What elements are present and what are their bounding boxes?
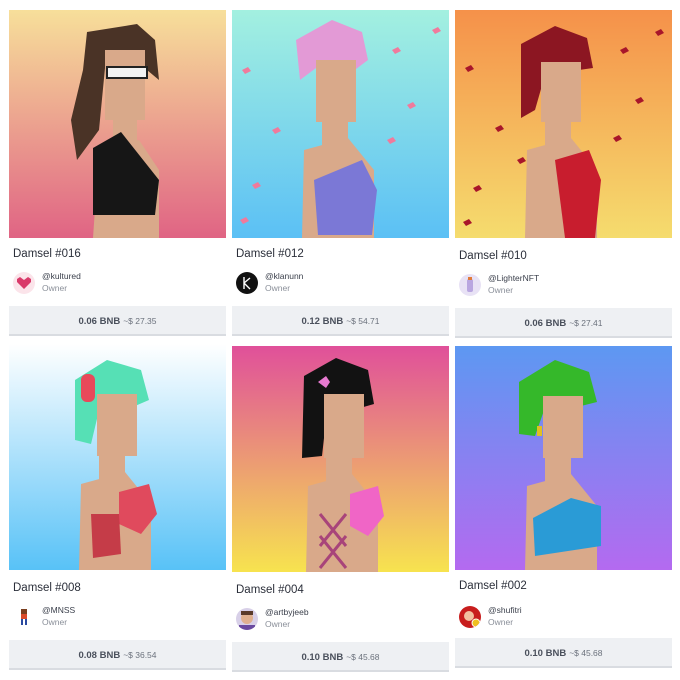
face-icon [464, 611, 474, 621]
nft-artwork[interactable] [232, 10, 449, 238]
face [105, 50, 145, 120]
nft-artwork[interactable] [232, 346, 449, 572]
owner-role: Owner [488, 285, 514, 295]
owner-handle[interactable]: @MNSS [42, 605, 75, 615]
nft-title[interactable]: Damsel #016 [13, 248, 81, 260]
tattoo [91, 514, 121, 558]
price-usd: ~$ 45.68 [569, 648, 603, 658]
k-avatar[interactable] [236, 272, 258, 294]
lighter-icon [467, 279, 473, 292]
owner-row[interactable]: @MNSS Owner [13, 604, 213, 630]
price-usd: ~$ 36.54 [123, 650, 157, 660]
pixel-person-avatar[interactable] [13, 606, 35, 628]
price-usd: ~$ 45.68 [346, 652, 380, 662]
nft-title[interactable]: Damsel #002 [459, 580, 527, 592]
owner-row[interactable]: @shufitri Owner [459, 604, 659, 630]
headphones [81, 374, 95, 402]
price-usd: ~$ 54.71 [346, 316, 380, 326]
red-avatar[interactable] [459, 606, 481, 628]
nft-title[interactable]: Damsel #010 [459, 250, 527, 262]
nft-title[interactable]: Damsel #004 [236, 584, 304, 596]
owner-handle[interactable]: @LighterNFT [488, 273, 539, 283]
owner-handle[interactable]: @klanunn [265, 271, 303, 281]
nft-card[interactable]: Damsel #010 @LighterNFT Owner 0.06 BNB ~$… [455, 10, 672, 338]
nft-card[interactable]: Damsel #004 @artbyjeeb Owner 0.10 BNB ~$ … [232, 346, 449, 674]
verified-badge-icon [471, 618, 481, 628]
price-bnb: 0.06 BNB [524, 318, 567, 329]
owner-handle[interactable]: @artbyjeeb [265, 607, 309, 617]
face-avatar[interactable] [236, 608, 258, 630]
nft-card[interactable]: Damsel #016 @kultured Owner 0.06 BNB ~$ 2… [9, 10, 226, 336]
price-bnb: 0.10 BNB [524, 648, 567, 659]
price-bnb: 0.10 BNB [301, 652, 344, 663]
price-bnb: 0.06 BNB [78, 316, 121, 327]
nft-artwork[interactable] [9, 344, 226, 570]
nft-card[interactable]: Damsel #002 @shufitri Owner 0.10 BNB ~$ 4… [455, 346, 672, 672]
price-button[interactable]: 0.10 BNB ~$ 45.68 [455, 638, 672, 668]
price-button[interactable]: 0.08 BNB ~$ 36.54 [9, 640, 226, 670]
nft-title[interactable]: Damsel #012 [236, 248, 304, 260]
owner-role: Owner [265, 283, 291, 293]
lighter-avatar[interactable] [459, 274, 481, 296]
owner-handle[interactable]: @shufitri [488, 605, 522, 615]
price-button[interactable]: 0.10 BNB ~$ 45.68 [232, 642, 449, 672]
price-usd: ~$ 27.41 [569, 318, 603, 328]
price-button[interactable]: 0.06 BNB ~$ 27.35 [9, 306, 226, 336]
price-bnb: 0.08 BNB [78, 650, 121, 661]
owner-row[interactable]: @kultured Owner [13, 270, 213, 296]
price-usd: ~$ 27.35 [123, 316, 157, 326]
owner-row[interactable]: @klanunn Owner [236, 270, 436, 296]
price-button[interactable]: 0.12 BNB ~$ 54.71 [232, 306, 449, 336]
price-button[interactable]: 0.06 BNB ~$ 27.41 [455, 308, 672, 338]
owner-role: Owner [265, 619, 291, 629]
earring [537, 426, 542, 436]
nft-artwork[interactable] [455, 10, 672, 238]
owner-role: Owner [42, 617, 68, 627]
heart-avatar[interactable] [13, 272, 35, 294]
nft-artwork[interactable] [455, 346, 672, 570]
nft-card[interactable]: Damsel #008 @MNSS Owner 0.08 BNB ~$ 36.54 [9, 344, 226, 672]
owner-role: Owner [42, 283, 68, 293]
nft-title[interactable]: Damsel #008 [13, 582, 81, 594]
price-bnb: 0.12 BNB [301, 316, 344, 327]
owner-handle[interactable]: @kultured [42, 271, 81, 281]
nft-card[interactable]: Damsel #012 @klanunn Owner 0.12 BNB ~$ 54… [232, 10, 449, 336]
sunglasses [106, 66, 148, 79]
owner-row[interactable]: @artbyjeeb Owner [236, 606, 436, 632]
owner-row[interactable]: @LighterNFT Owner [459, 272, 659, 298]
owner-role: Owner [488, 617, 514, 627]
nft-artwork[interactable] [9, 10, 226, 238]
